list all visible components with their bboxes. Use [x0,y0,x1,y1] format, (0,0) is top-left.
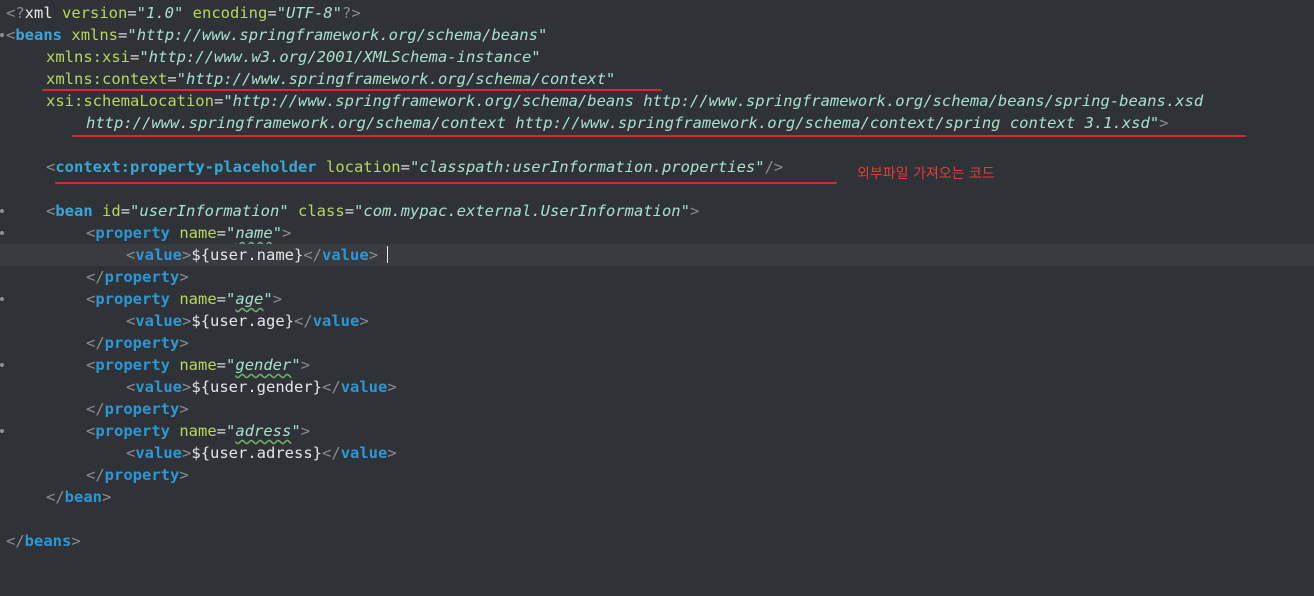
property-open-tag: property [95,422,170,440]
location-attr: location [325,158,401,176]
code-line-22[interactable]: </property> [0,464,1314,486]
annotation-note: 외부파일 가져오는 코드 [857,166,995,182]
schema-location-attr: xsi:schemaLocation [46,92,214,110]
bean-id-value: "userInformation" [130,202,289,220]
code-line-23[interactable]: </bean> [0,486,1314,508]
code-line-13[interactable]: </property> [0,266,1314,288]
property-open-tag: property [95,224,170,242]
value-close-tag: value [312,312,360,330]
value-close-tag: value [340,378,388,396]
code-line-2[interactable]: <beans xmlns="http://www.springframework… [0,24,1314,46]
property-name-value: gender [235,356,292,374]
fold-marker-icon[interactable] [0,209,4,213]
code-line-16[interactable]: </property> [0,332,1314,354]
beans-open-tag: beans [15,26,63,44]
code-line-14[interactable]: <property name="age"> [0,288,1314,310]
version-attr: version [52,4,128,22]
property-value-text: ${user.age} [191,312,295,330]
xmlns-value: "http://www.springframework.org/schema/b… [127,26,548,44]
property-name-attr: name [179,224,217,242]
xml-code-editor[interactable]: <?xml version="1.0" encoding="UTF-8"?> <… [0,0,1314,566]
property-placeholder-tag: context:property-placeholder [55,158,317,176]
xmlns-context-value: "http://www.springframework.org/schema/c… [176,70,616,88]
bean-close-tag: bean [64,488,102,506]
code-line-6[interactable]: http://www.springframework.org/schema/co… [0,112,1314,134]
xmlns-xsi-attr: xmlns:xsi [46,48,130,66]
fold-marker-icon[interactable] [0,33,4,37]
encoding-value: "UTF-8" [276,4,343,22]
value-open-tag: value [135,246,183,264]
code-line-15[interactable]: <value>${user.age}</value> [0,310,1314,332]
property-close-tag: property [104,268,180,286]
property-open-tag: property [95,356,170,374]
property-name-value: age [235,290,264,308]
code-line-4[interactable]: xmlns:context="http://www.springframewor… [0,68,1314,90]
code-line-17[interactable]: <property name="gender"> [0,354,1314,376]
annotation-underline-context-namespace [42,89,662,91]
xml-decl-close: ?> [342,4,361,22]
xmlns-attr: xmlns [71,26,119,44]
code-line-3[interactable]: xmlns:xsi="http://www.w3.org/2001/XMLSch… [0,46,1314,68]
value-open-tag: value [135,444,183,462]
property-close-tag: property [104,334,180,352]
property-name-value: name [235,224,273,242]
code-line-19[interactable]: </property> [0,398,1314,420]
code-line-11[interactable]: <property name="name"> [0,222,1314,244]
property-value-text: ${user.name} [191,246,304,264]
code-line-20[interactable]: <property name="adress"> [0,420,1314,442]
property-name-attr: name [179,290,217,308]
bean-class-attr: class [298,202,345,220]
property-close-tag: property [104,400,180,418]
code-line-25[interactable]: </beans> [0,530,1314,552]
code-line-8[interactable]: <context:property-placeholder location="… [0,156,1314,178]
value-close-tag: value [322,246,369,264]
xmlns-xsi-value: "http://www.w3.org/2001/XMLSchema-instan… [139,48,541,66]
fold-marker-icon[interactable] [0,231,4,235]
text-caret [387,246,389,263]
schema-location-value-2: http://www.springframework.org/schema/co… [86,114,1160,132]
code-line-1[interactable]: <?xml version="1.0" encoding="UTF-8"?> [0,2,1314,24]
schema-location-value-1: "http://www.springframework.org/schema/b… [223,92,1204,110]
bean-open-tag: bean [55,202,93,220]
code-line-5[interactable]: xsi:schemaLocation="http://www.springfra… [0,90,1314,112]
xml-decl-keyword: xml [24,4,53,22]
fold-marker-icon[interactable] [0,429,4,433]
value-open-tag: value [135,378,183,396]
beans-close-tag: beans [24,532,72,550]
property-value-text: ${user.adress} [191,444,323,462]
property-open-tag: property [95,290,170,308]
annotation-underline-schema-location [72,135,1246,137]
value-close-tag: value [340,444,388,462]
location-value: "classpath:userInformation.properties" [409,158,765,176]
property-name-attr: name [179,422,217,440]
property-close-tag: property [104,466,180,484]
xmlns-context-attr: xmlns:context [46,70,168,88]
encoding-attr: encoding [183,4,268,22]
version-value: "1.0" [136,4,184,22]
xml-decl-open: <? [6,4,25,22]
property-name-attr: name [179,356,217,374]
value-open-tag: value [135,312,183,330]
bean-class-value: "com.mypac.external.UserInformation" [354,202,690,220]
code-line-21[interactable]: <value>${user.adress}</value> [0,442,1314,464]
property-value-text: ${user.gender} [191,378,323,396]
fold-marker-icon[interactable] [0,363,4,367]
annotation-underline-placeholder [55,182,837,184]
bean-id-attr: id [102,202,121,220]
fold-marker-icon[interactable] [0,297,4,301]
property-name-value: adress [235,422,292,440]
code-line-12-current[interactable]: <value>${user.name}</value> [0,244,1314,266]
code-line-18[interactable]: <value>${user.gender}</value> [0,376,1314,398]
code-line-10[interactable]: <bean id="userInformation" class="com.my… [0,200,1314,222]
